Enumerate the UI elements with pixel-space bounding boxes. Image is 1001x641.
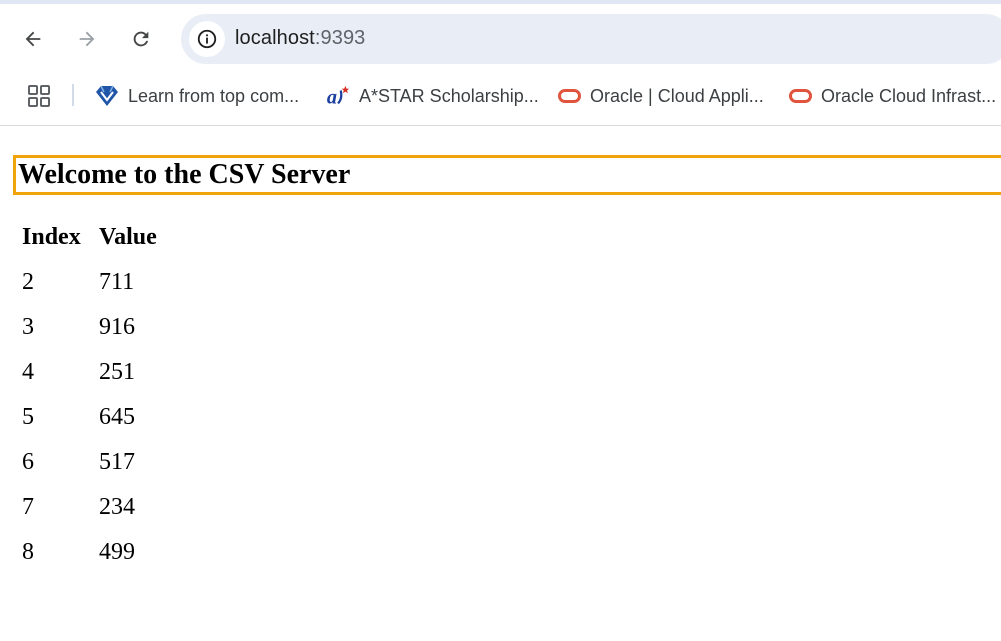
- bookmark-item[interactable]: Oracle Cloud Infrast...: [788, 83, 996, 109]
- table-row: 3 916: [22, 314, 179, 359]
- bookmark-label: Oracle Cloud Infrast...: [821, 85, 997, 106]
- browser-toolbar: localhost:9393: [0, 4, 1001, 74]
- arrow-right-icon: [79, 31, 95, 47]
- url-host: localhost: [235, 27, 315, 49]
- bookmark-item[interactable]: Learn from top com...: [95, 83, 299, 109]
- table-header-row: Index Value: [22, 224, 179, 269]
- apps-button[interactable]: [26, 83, 52, 109]
- csv-table: Index Value 2 711 3 916 4 251 5 645 6 51…: [22, 224, 179, 584]
- column-header-value: Value: [99, 224, 157, 250]
- value-cell: 499: [99, 539, 135, 565]
- svg-text:a: a: [327, 86, 337, 108]
- address-bar[interactable]: localhost:9393: [181, 14, 1001, 64]
- info-icon: [197, 29, 217, 49]
- bookmark-item[interactable]: Oracle | Cloud Appli...: [557, 83, 764, 109]
- index-cell: 8: [22, 539, 34, 565]
- value-cell: 916: [99, 314, 135, 340]
- index-cell: 5: [22, 404, 34, 430]
- value-cell: 234: [99, 494, 135, 520]
- arrow-left-icon: [25, 31, 41, 47]
- value-cell: 645: [99, 404, 135, 430]
- table-row: 4 251: [22, 359, 179, 404]
- forward-button[interactable]: [70, 22, 104, 56]
- reload-button[interactable]: [124, 22, 158, 56]
- column-header-index: Index: [22, 224, 81, 250]
- astar-logo-icon: a: [326, 84, 350, 108]
- index-cell: 7: [22, 494, 34, 520]
- bookmark-label: Learn from top com...: [128, 85, 300, 106]
- bookmark-item[interactable]: a A*STAR Scholarship...: [326, 83, 539, 109]
- apps-grid-icon: [28, 85, 50, 107]
- reload-icon: [133, 31, 149, 47]
- oracle-icon: [788, 84, 812, 108]
- table-row: 5 645: [22, 404, 179, 449]
- site-info-button[interactable]: [189, 21, 225, 57]
- bookmark-label: Oracle | Cloud Appli...: [590, 85, 764, 106]
- url-port: :9393: [314, 27, 366, 49]
- table-row: 6 517: [22, 449, 179, 494]
- bookmark-label: A*STAR Scholarship...: [359, 85, 539, 106]
- index-cell: 3: [22, 314, 34, 340]
- url-text[interactable]: localhost:9393: [235, 27, 365, 50]
- coursera-diamond-icon: [95, 84, 119, 108]
- index-cell: 4: [22, 359, 34, 385]
- index-cell: 6: [22, 449, 34, 475]
- value-cell: 711: [99, 269, 135, 295]
- table-row: 7 234: [22, 494, 179, 539]
- index-cell: 2: [22, 269, 34, 295]
- page-title: Welcome to the CSV Server: [13, 155, 1001, 195]
- bookmarks-bar: Learn from top com... a A*STAR Scholarsh…: [0, 74, 1001, 126]
- table-row: 8 499: [22, 539, 179, 584]
- value-cell: 517: [99, 449, 135, 475]
- table-row: 2 711: [22, 269, 179, 314]
- back-button[interactable]: [16, 22, 50, 56]
- page-content: Welcome to the CSV Server Index Value 2 …: [0, 127, 1001, 641]
- oracle-icon: [557, 84, 581, 108]
- value-cell: 251: [99, 359, 135, 385]
- bookmarks-separator: [72, 84, 74, 106]
